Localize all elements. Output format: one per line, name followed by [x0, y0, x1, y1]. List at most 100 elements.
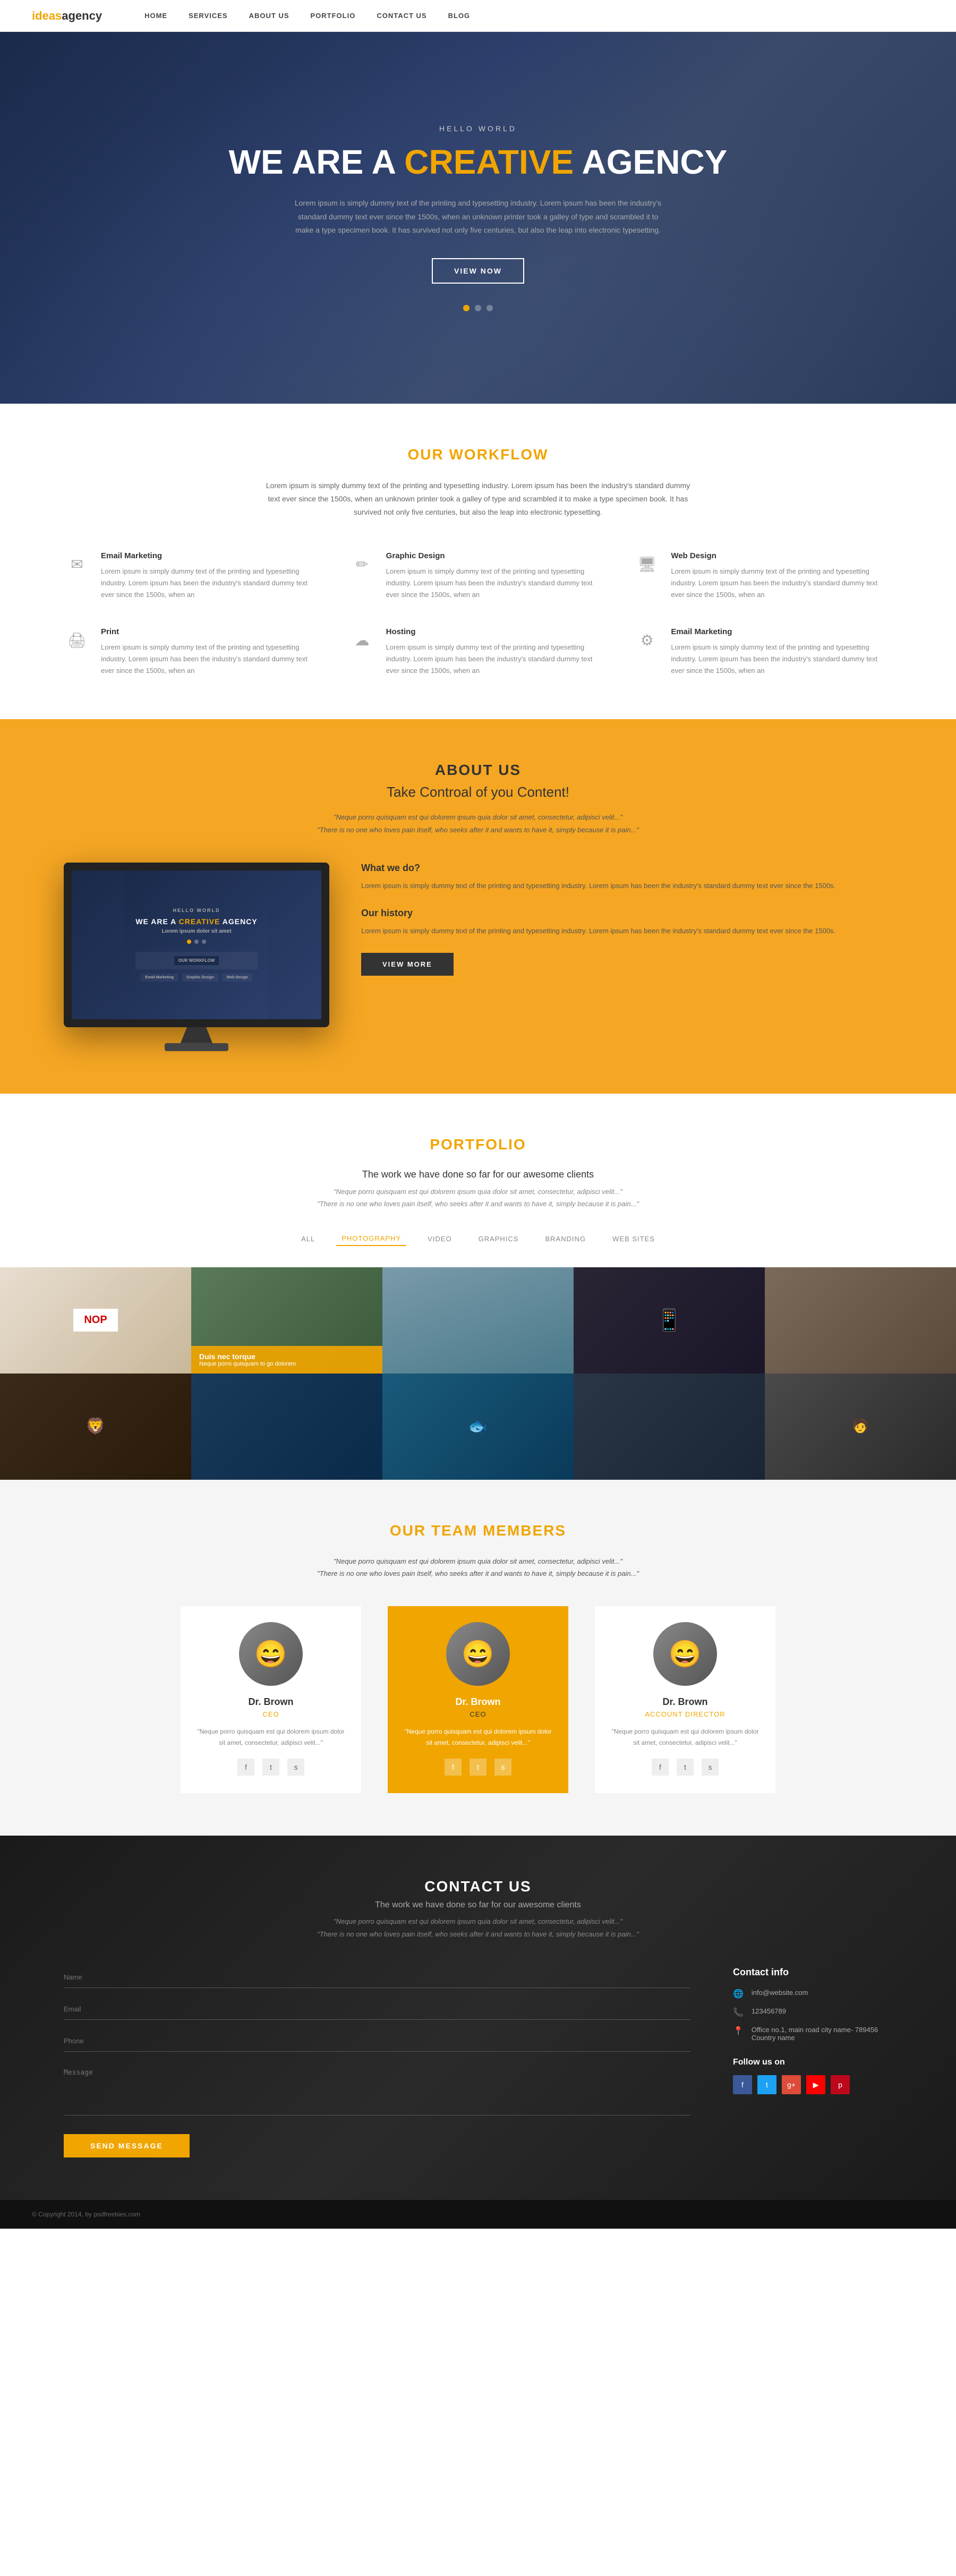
workflow-item-2: ✏ Graphic Design Lorem ipsum is simply d… [349, 551, 608, 601]
googleplus-button[interactable]: g+ [782, 2075, 801, 2094]
team-bio-3: "Neque porro quisquam est qui dolorem ip… [611, 1726, 759, 1748]
phone-icon: 📞 [733, 2007, 744, 2018]
facebook-button[interactable]: f [733, 2075, 752, 2094]
nav-home[interactable]: HOME [144, 12, 167, 20]
about-monitor: HELLO WORLD WE ARE A CREATIVE AGENCY Lor… [64, 863, 329, 1051]
nav-links: HOME SERVICES ABOUT US PORTFOLIO CONTACT… [144, 11, 470, 21]
team-name-3: Dr. Brown [611, 1696, 759, 1708]
nav-contact[interactable]: CONTACT US [377, 12, 426, 20]
about-what-title: What we do? [361, 863, 892, 874]
portfolio-item-6[interactable]: 🦁 [0, 1374, 191, 1480]
filter-photography[interactable]: PHOTOGRAPHY [336, 1232, 406, 1246]
about-view-more-button[interactable]: VIEW MORE [361, 953, 454, 976]
workflow-item-4-text: Lorem ipsum is simply dummy text of the … [101, 642, 322, 677]
team-role-3: Account Director [611, 1710, 759, 1718]
team-1-skype-icon[interactable]: s [287, 1759, 304, 1776]
nav-about[interactable]: ABOUT US [249, 12, 289, 20]
email-marketing-2-icon: ⚙ [634, 627, 660, 654]
hero-dot-2[interactable] [475, 305, 481, 311]
hero-dots [463, 305, 493, 311]
about-quote-1: "Neque porro quisquam est qui dolorem ip… [64, 811, 892, 823]
contact-quote-2: "There is no one who loves pain itself, … [64, 1928, 892, 1940]
portfolio-item-2[interactable]: Duis nec torque Neque porro quisquam to … [191, 1267, 382, 1374]
portfolio-item-1[interactable]: NOP [0, 1267, 191, 1374]
hero-dot-1[interactable] [463, 305, 470, 311]
contact-email-input[interactable] [64, 1999, 690, 2020]
filter-websites[interactable]: WEB SITES [607, 1232, 660, 1246]
portfolio-item-9[interactable] [574, 1374, 765, 1480]
portfolio-item-4[interactable]: 📱 [574, 1267, 765, 1374]
workflow-item-1: ✉ Email Marketing Lorem ipsum is simply … [64, 551, 322, 601]
portfolio-filters: ALL PHOTOGRAPHY VIDEO GRAPHICS BRANDING … [64, 1232, 892, 1246]
logo[interactable]: ideasagency [32, 9, 102, 23]
monitor-subtitle: Lorem ipsum dolor sit amet [161, 928, 231, 934]
nav-blog[interactable]: BLOG [448, 12, 471, 20]
workflow-item-6: ⚙ Email Marketing Lorem ipsum is simply … [634, 627, 892, 677]
contact-info: Contact info 🌐 info@website.com 📞 123456… [733, 1967, 892, 2157]
filter-graphics[interactable]: GRAPHICS [473, 1232, 524, 1246]
workflow-title: OUR WORKFLOW [64, 446, 892, 463]
contact-send-button[interactable]: SEND MESSAGE [64, 2134, 190, 2157]
pinterest-button[interactable]: p [831, 2075, 850, 2094]
filter-branding[interactable]: BRANDING [540, 1232, 591, 1246]
contact-info-title: Contact info [733, 1967, 892, 1978]
team-3-facebook-icon[interactable]: f [652, 1759, 669, 1776]
hero-title-post: AGENCY [574, 143, 727, 181]
portfolio-item-3[interactable] [382, 1267, 574, 1374]
workflow-item-5-text: Lorem ipsum is simply dummy text of the … [386, 642, 608, 677]
hero-hello: HELLO WORLD [439, 124, 517, 133]
contact-subtitle: The work we have done so far for our awe… [64, 1900, 892, 1910]
hero-description: Lorem ipsum is simply dummy text of the … [292, 197, 664, 237]
about-quote-2: "There is no one who loves pain itself, … [64, 824, 892, 836]
contact-phone-input[interactable] [64, 2031, 690, 2052]
contact-phone-value: 123456789 [752, 2007, 786, 2015]
filter-all[interactable]: ALL [296, 1232, 320, 1246]
team-2-facebook-icon[interactable]: f [445, 1759, 462, 1776]
youtube-button[interactable]: ▶ [806, 2075, 825, 2094]
website-icon: 🌐 [733, 1989, 744, 1999]
nav-services[interactable]: SERVICES [189, 12, 228, 20]
twitter-button[interactable]: t [757, 2075, 776, 2094]
portfolio-section: PORTFOLIO The work we have done so far f… [0, 1094, 956, 1246]
team-2-skype-icon[interactable]: s [494, 1759, 511, 1776]
hosting-icon: ☁ [349, 627, 375, 654]
contact-message-input[interactable] [64, 2062, 690, 2116]
team-avatar-1: 😄 [239, 1622, 303, 1686]
team-2-twitter-icon[interactable]: t [470, 1759, 486, 1776]
portfolio-overlay-text: Neque porro quisquam to go dolorem [199, 1361, 374, 1367]
portfolio-item-7[interactable] [191, 1374, 382, 1480]
monitor-frame: HELLO WORLD WE ARE A CREATIVE AGENCY Lor… [64, 863, 329, 1027]
team-title: OUR TEAM MEMBERS [64, 1522, 892, 1539]
team-quote-2: "There is no one who loves pain itself, … [64, 1567, 892, 1580]
hero-view-now-button[interactable]: VIEW NOW [432, 258, 524, 284]
contact-quotes: "Neque porro quisquam est qui dolorem ip… [64, 1915, 892, 1940]
workflow-item-4: 🖨 Print Lorem ipsum is simply dummy text… [64, 627, 322, 677]
monitor-stand [181, 1027, 212, 1043]
workflow-item-6-text: Lorem ipsum is simply dummy text of the … [671, 642, 892, 677]
workflow-item-5-title: Hosting [386, 627, 608, 636]
team-1-facebook-icon[interactable]: f [237, 1759, 254, 1776]
follow-us-title: Follow us on [733, 2058, 892, 2067]
hero-dot-3[interactable] [486, 305, 493, 311]
workflow-item-6-title: Email Marketing [671, 627, 892, 636]
portfolio-item-8[interactable]: 🐟 [382, 1374, 574, 1480]
team-1-twitter-icon[interactable]: t [262, 1759, 279, 1776]
graphic-design-icon: ✏ [349, 551, 375, 578]
team-3-twitter-icon[interactable]: t [677, 1759, 694, 1776]
workflow-grid: ✉ Email Marketing Lorem ipsum is simply … [64, 551, 892, 677]
filter-video[interactable]: VIDEO [422, 1232, 457, 1246]
contact-name-input[interactable] [64, 1967, 690, 1988]
contact-website: 🌐 info@website.com [733, 1989, 892, 1999]
portfolio-item-10[interactable]: 🧑 [765, 1374, 956, 1480]
print-icon: 🖨 [64, 627, 90, 654]
monitor-screen: HELLO WORLD WE ARE A CREATIVE AGENCY Lor… [72, 871, 321, 1019]
contact-title: CONTACT US [64, 1878, 892, 1895]
logo-ideas: ideas [32, 9, 62, 22]
team-3-skype-icon[interactable]: s [702, 1759, 719, 1776]
about-title: ABOUT US [64, 762, 892, 779]
hero-title-highlight: CREATIVE [404, 143, 574, 181]
team-quote-1: "Neque porro quisquam est qui dolorem ip… [64, 1555, 892, 1567]
portfolio-item-5[interactable] [765, 1267, 956, 1374]
nav-portfolio[interactable]: PORTFOLIO [311, 12, 356, 20]
workflow-section: OUR WORKFLOW Lorem ipsum is simply dummy… [0, 404, 956, 719]
